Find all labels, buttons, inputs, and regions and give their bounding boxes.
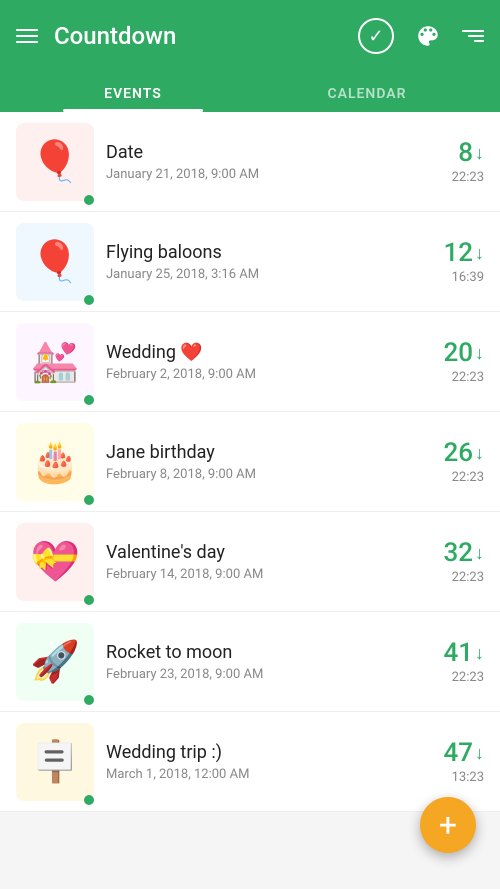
event-name: Date — [106, 142, 402, 163]
countdown-days: 12↓ — [414, 238, 484, 268]
countdown-arrow-icon: ↓ — [475, 143, 484, 164]
event-status-dot — [84, 495, 94, 505]
header-top: Countdown ✓ — [16, 0, 484, 72]
list-item[interactable]: 🎈 Date January 21, 2018, 9:00 AM 8↓ 22:2… — [0, 112, 500, 212]
event-status-dot — [84, 595, 94, 605]
event-countdown: 32↓ 22:23 — [414, 538, 484, 585]
countdown-arrow-icon: ↓ — [475, 243, 484, 264]
event-countdown: 12↓ 16:39 — [414, 238, 484, 285]
app-title: Countdown — [54, 22, 342, 50]
event-thumbnail: 💒 — [16, 323, 94, 401]
event-info: Wedding ❤️ February 2, 2018, 9:00 AM — [94, 342, 414, 382]
event-thumbnail: 🪧 — [16, 723, 94, 801]
events-list: 🎈 Date January 21, 2018, 9:00 AM 8↓ 22:2… — [0, 112, 500, 812]
list-item[interactable]: 🎂 Jane birthday February 8, 2018, 9:00 A… — [0, 412, 500, 512]
countdown-days: 8↓ — [414, 138, 484, 168]
event-name: Wedding trip :) — [106, 742, 402, 763]
list-item[interactable]: 🪧 Wedding trip :) March 1, 2018, 12:00 A… — [0, 712, 500, 812]
event-countdown: 20↓ 22:23 — [414, 338, 484, 385]
event-info: Rocket to moon February 23, 2018, 9:00 A… — [94, 642, 414, 682]
event-info: Valentine's day February 14, 2018, 9:00 … — [94, 542, 414, 582]
event-date: January 25, 2018, 3:16 AM — [106, 267, 402, 282]
add-event-button[interactable]: + — [420, 797, 476, 853]
event-name: Rocket to moon — [106, 642, 402, 663]
countdown-arrow-icon: ↓ — [475, 643, 484, 664]
event-date: February 23, 2018, 9:00 AM — [106, 667, 402, 682]
event-thumbnail: 🎂 — [16, 423, 94, 501]
header: Countdown ✓ EVENTS CALENDAR — [0, 0, 500, 112]
list-item[interactable]: 💝 Valentine's day February 14, 2018, 9:0… — [0, 512, 500, 612]
countdown-days: 20↓ — [414, 338, 484, 368]
event-thumbnail: 🚀 — [16, 623, 94, 701]
event-countdown: 8↓ 22:23 — [414, 138, 484, 185]
event-name: Valentine's day — [106, 542, 402, 563]
list-item[interactable]: 🚀 Rocket to moon February 23, 2018, 9:00… — [0, 612, 500, 712]
countdown-time: 22:23 — [414, 670, 484, 685]
tab-events[interactable]: EVENTS — [16, 86, 250, 112]
countdown-arrow-icon: ↓ — [475, 443, 484, 464]
event-name: Flying baloons — [106, 242, 402, 263]
countdown-arrow-icon: ↓ — [475, 343, 484, 364]
event-status-dot — [84, 195, 94, 205]
event-name: Wedding ❤️ — [106, 342, 402, 363]
event-name: Jane birthday — [106, 442, 402, 463]
event-date: February 2, 2018, 9:00 AM — [106, 367, 402, 382]
event-status-dot — [84, 295, 94, 305]
countdown-time: 22:23 — [414, 370, 484, 385]
countdown-arrow-icon: ↓ — [475, 743, 484, 764]
countdown-time: 13:23 — [414, 770, 484, 785]
countdown-arrow-icon: ↓ — [475, 543, 484, 564]
event-date: February 14, 2018, 9:00 AM — [106, 567, 402, 582]
menu-icon[interactable] — [16, 29, 38, 43]
countdown-time: 22:23 — [414, 570, 484, 585]
countdown-time: 16:39 — [414, 270, 484, 285]
event-date: February 8, 2018, 9:00 AM — [106, 467, 402, 482]
event-info: Jane birthday February 8, 2018, 9:00 AM — [94, 442, 414, 482]
event-status-dot — [84, 695, 94, 705]
list-item[interactable]: 💒 Wedding ❤️ February 2, 2018, 9:00 AM 2… — [0, 312, 500, 412]
event-countdown: 41↓ 22:23 — [414, 638, 484, 685]
event-date: March 1, 2018, 12:00 AM — [106, 767, 402, 782]
event-info: Date January 21, 2018, 9:00 AM — [94, 142, 414, 182]
sort-icon[interactable] — [462, 30, 484, 42]
tabs-bar: EVENTS CALENDAR — [16, 72, 484, 112]
event-status-dot — [84, 795, 94, 805]
event-countdown: 47↓ 13:23 — [414, 738, 484, 785]
countdown-days: 26↓ — [414, 438, 484, 468]
countdown-days: 47↓ — [414, 738, 484, 768]
palette-icon[interactable] — [410, 18, 446, 54]
countdown-days: 41↓ — [414, 638, 484, 668]
countdown-days: 32↓ — [414, 538, 484, 568]
countdown-time: 22:23 — [414, 470, 484, 485]
event-info: Flying baloons January 25, 2018, 3:16 AM — [94, 242, 414, 282]
tab-calendar[interactable]: CALENDAR — [250, 86, 484, 112]
countdown-time: 22:23 — [414, 170, 484, 185]
event-thumbnail: 🎈 — [16, 223, 94, 301]
list-item[interactable]: 🎈 Flying baloons January 25, 2018, 3:16 … — [0, 212, 500, 312]
event-thumbnail: 💝 — [16, 523, 94, 601]
event-thumbnail: 🎈 — [16, 123, 94, 201]
event-status-dot — [84, 395, 94, 405]
event-date: January 21, 2018, 9:00 AM — [106, 167, 402, 182]
event-countdown: 26↓ 22:23 — [414, 438, 484, 485]
checkmark-icon[interactable]: ✓ — [358, 18, 394, 54]
event-info: Wedding trip :) March 1, 2018, 12:00 AM — [94, 742, 414, 782]
